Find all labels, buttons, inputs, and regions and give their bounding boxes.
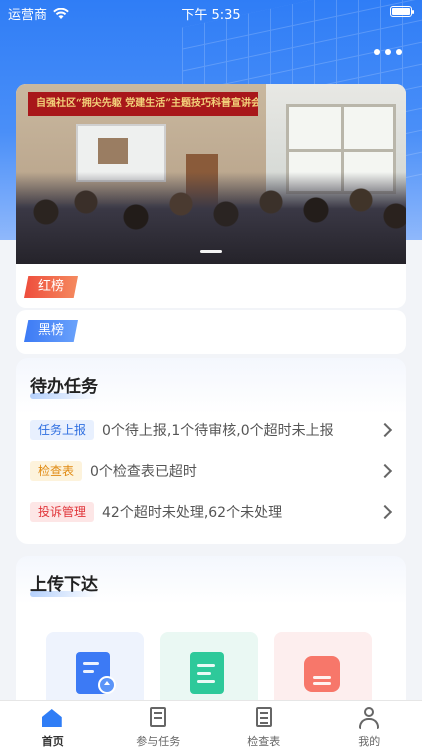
- red-ranking-button[interactable]: 红榜: [24, 276, 79, 298]
- banner-sign-text: 自强社区“拥尖先躯 党建生活”主题技巧科普宣讲会: [28, 92, 258, 116]
- more-dots-icon[interactable]: [366, 44, 402, 60]
- status-bar: 运营商 下午 5:35: [0, 0, 422, 24]
- tag-task-report: 任务上报: [30, 420, 95, 440]
- upload-card: 上传下达: [16, 556, 406, 722]
- tab-label: 首页: [41, 735, 64, 748]
- document-list-icon: [190, 652, 224, 694]
- upload-tray-icon: [304, 656, 340, 692]
- chevron-right-icon: [377, 463, 393, 479]
- chevron-right-icon: [377, 504, 393, 520]
- tab-bar: 首页 参与任务 检查表 我的: [0, 700, 422, 750]
- black-ranking-button[interactable]: 黑榜: [24, 320, 79, 342]
- todo-row-checklist[interactable]: 检查表 0个检查表已超时: [30, 459, 396, 483]
- todo-text: 42个超时未处理,62个未处理: [102, 505, 283, 521]
- task-participate-icon: [147, 707, 169, 729]
- tag-checklist: 检查表: [30, 461, 83, 481]
- tab-label: 检查表: [247, 735, 281, 748]
- todo-card: 待办任务 任务上报 0个待上报,1个待审核,0个超时未上报 检查表 0个检查表已…: [16, 358, 406, 544]
- battery-icon: [390, 6, 414, 17]
- upload-badge-icon: [98, 676, 116, 694]
- todo-text: 0个待上报,1个待审核,0个超时未上报: [102, 423, 334, 439]
- tab-mine[interactable]: 我的: [317, 701, 422, 750]
- tab-label: 参与任务: [136, 735, 181, 748]
- upload-title: 上传下达: [30, 570, 98, 597]
- tab-checklist[interactable]: 检查表: [211, 701, 317, 750]
- checklist-icon: [253, 707, 275, 729]
- banner-carousel[interactable]: 自强社区“拥尖先躯 党建生活”主题技巧科普宣讲会: [16, 84, 406, 264]
- carousel-indicator: [16, 250, 406, 254]
- todo-row-task-report[interactable]: 任务上报 0个待上报,1个待审核,0个超时未上报: [30, 418, 396, 442]
- tab-participate-task[interactable]: 参与任务: [106, 701, 212, 750]
- status-time: 下午 5:35: [181, 8, 241, 23]
- black-ranking-card: 黑榜: [16, 310, 406, 354]
- tag-complaint: 投诉管理: [30, 502, 95, 522]
- user-icon: [358, 707, 380, 729]
- todo-text: 0个检查表已超时: [90, 464, 197, 480]
- tab-label: 我的: [358, 735, 381, 748]
- todo-title: 待办任务: [30, 372, 98, 399]
- banner-card: 自强社区“拥尖先躯 党建生活”主题技巧科普宣讲会: [16, 84, 406, 308]
- home-icon: [41, 707, 64, 729]
- todo-row-complaint[interactable]: 投诉管理 42个超时未处理,62个未处理: [30, 500, 396, 524]
- tab-home[interactable]: 首页: [0, 701, 106, 750]
- chevron-right-icon: [377, 422, 393, 438]
